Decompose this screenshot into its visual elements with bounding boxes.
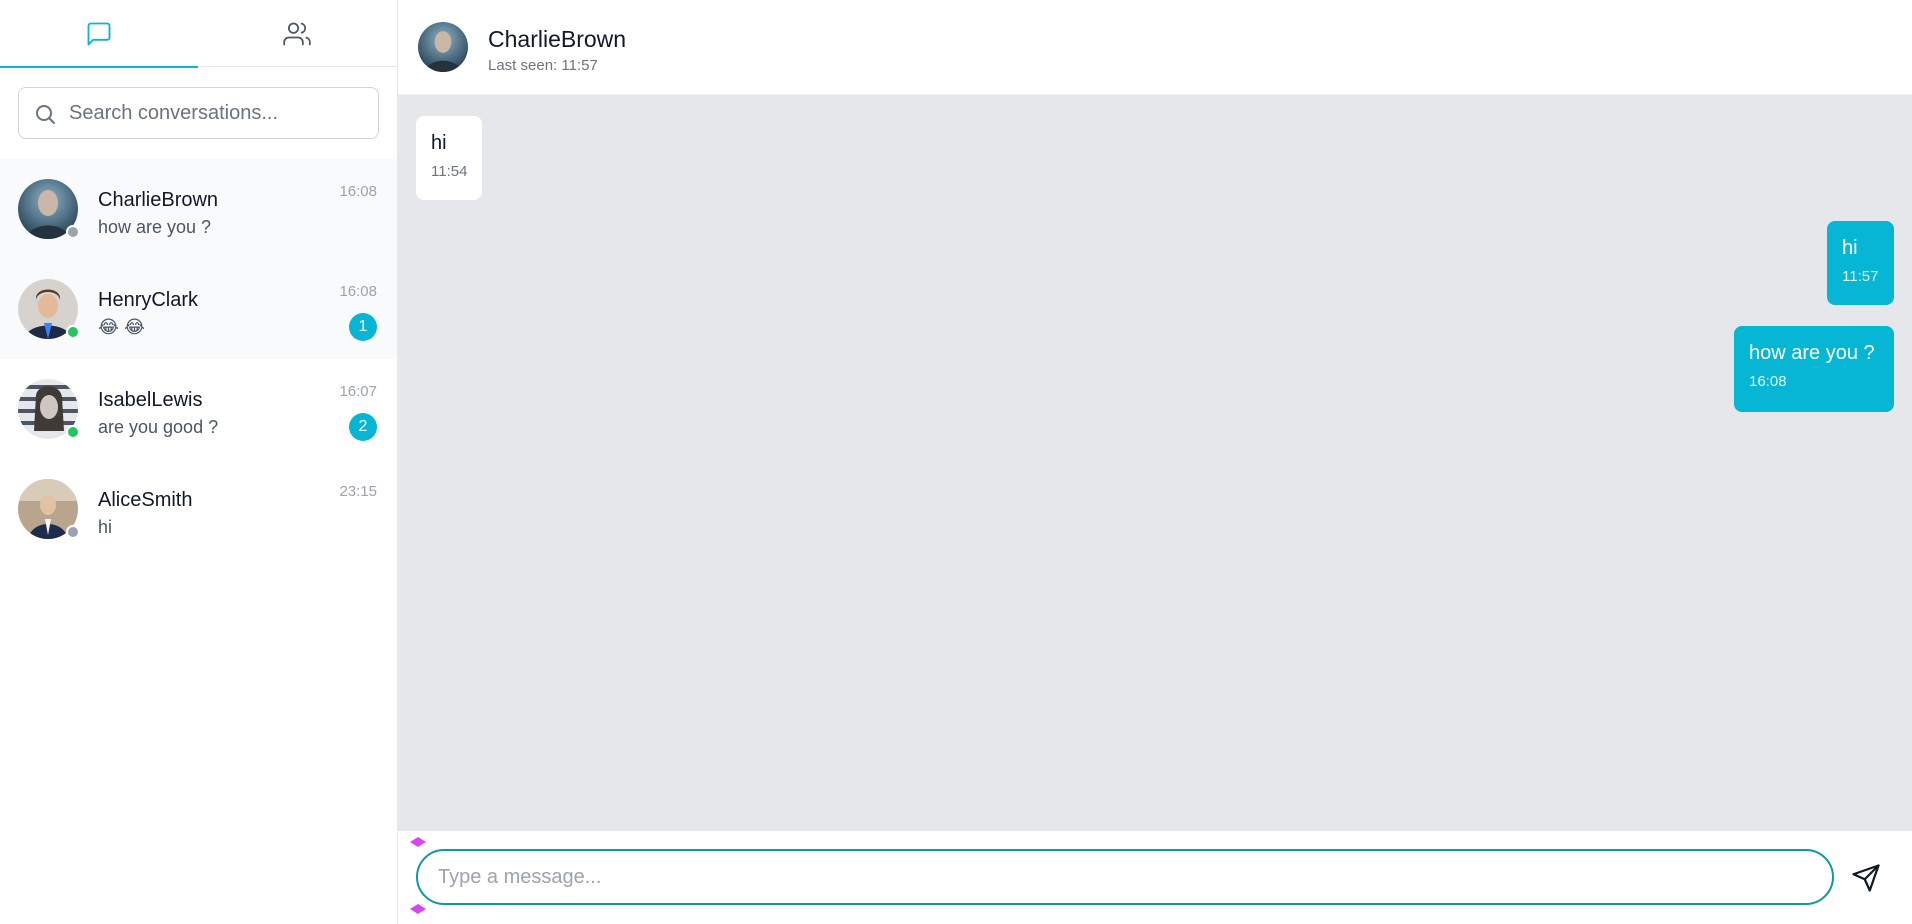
message-text: hi xyxy=(1842,237,1858,259)
conversation-name: AliceSmith xyxy=(98,489,193,511)
chat-bubble-icon xyxy=(87,22,111,45)
conversation-item-alicesmith[interactable]: AliceSmith hi 23:15 xyxy=(0,459,397,559)
conversation-preview: hi xyxy=(98,517,113,537)
conversation-item-isabellewis[interactable]: IsabelLewis are you good ? 16:07 2 xyxy=(0,359,397,459)
message-composer xyxy=(398,831,1912,924)
search-icon xyxy=(36,105,55,124)
conversation-time: 16:07 xyxy=(339,383,377,400)
search-input[interactable] xyxy=(19,88,378,138)
message-outgoing: hi 11:57 xyxy=(1827,221,1894,305)
tab-conversations[interactable] xyxy=(0,0,198,68)
status-offline-dot xyxy=(66,225,80,239)
tab-contacts[interactable] xyxy=(198,0,396,67)
sidebar: CharlieBrown how are you ? 16:08 HenryCl… xyxy=(0,0,398,924)
contact-avatar[interactable] xyxy=(418,22,468,72)
chat-app: CharlieBrown how are you ? 16:08 HenryCl… xyxy=(0,0,1912,924)
conversation-preview: are you good ? xyxy=(98,417,219,437)
message-input[interactable] xyxy=(418,851,1832,903)
chat-header: CharlieBrown Last seen: 11:57 xyxy=(398,0,1912,95)
conversation-list: CharlieBrown how are you ? 16:08 HenryCl… xyxy=(0,159,397,559)
conversation-time: 16:08 xyxy=(339,183,377,200)
resize-handle-top-icon[interactable] xyxy=(409,837,427,847)
conversation-name: IsabelLewis xyxy=(98,389,203,411)
conversation-time: 23:15 xyxy=(339,483,377,500)
users-icon xyxy=(283,22,311,45)
sidebar-tabs xyxy=(0,0,397,68)
message-time: 11:57 xyxy=(1842,268,1879,285)
message-input-container xyxy=(416,849,1834,905)
message-incoming: hi 11:54 xyxy=(416,116,482,200)
conversation-item-charliebrown[interactable]: CharlieBrown how are you ? 16:08 xyxy=(0,159,397,259)
resize-handle-bottom-icon[interactable] xyxy=(409,904,427,914)
conversation-item-henryclark[interactable]: HenryClark 😂 😂 16:08 1 xyxy=(0,259,397,359)
conversation-time: 16:08 xyxy=(339,283,377,300)
conversation-preview: how are you ? xyxy=(98,217,212,237)
status-offline-dot xyxy=(66,525,80,539)
message-time: 16:08 xyxy=(1749,373,1787,390)
conversation-preview: 😂 😂 xyxy=(98,317,146,337)
unread-badge: 2 xyxy=(349,413,377,441)
search-container xyxy=(0,67,397,159)
conversation-name: CharlieBrown xyxy=(98,189,219,211)
message-time: 11:54 xyxy=(431,163,468,180)
message-list: hi 11:54 hi 11:57 how are you ? 16:08 xyxy=(398,95,1912,831)
status-online-dot xyxy=(66,425,80,439)
message-text: hi xyxy=(431,132,447,154)
unread-badge: 1 xyxy=(349,313,377,341)
conversation-name: HenryClark xyxy=(98,289,199,311)
message-outgoing: how are you ? 16:08 xyxy=(1734,326,1894,412)
message-text: how are you ? xyxy=(1749,342,1875,364)
contact-name: CharlieBrown xyxy=(488,26,627,52)
search-box xyxy=(18,87,379,139)
send-icon[interactable] xyxy=(1851,863,1881,893)
status-online-dot xyxy=(66,325,80,339)
last-seen-status: Last seen: 11:57 xyxy=(488,57,598,74)
chat-pane: CharlieBrown Last seen: 11:57 hi 11:54 h… xyxy=(398,0,1912,924)
